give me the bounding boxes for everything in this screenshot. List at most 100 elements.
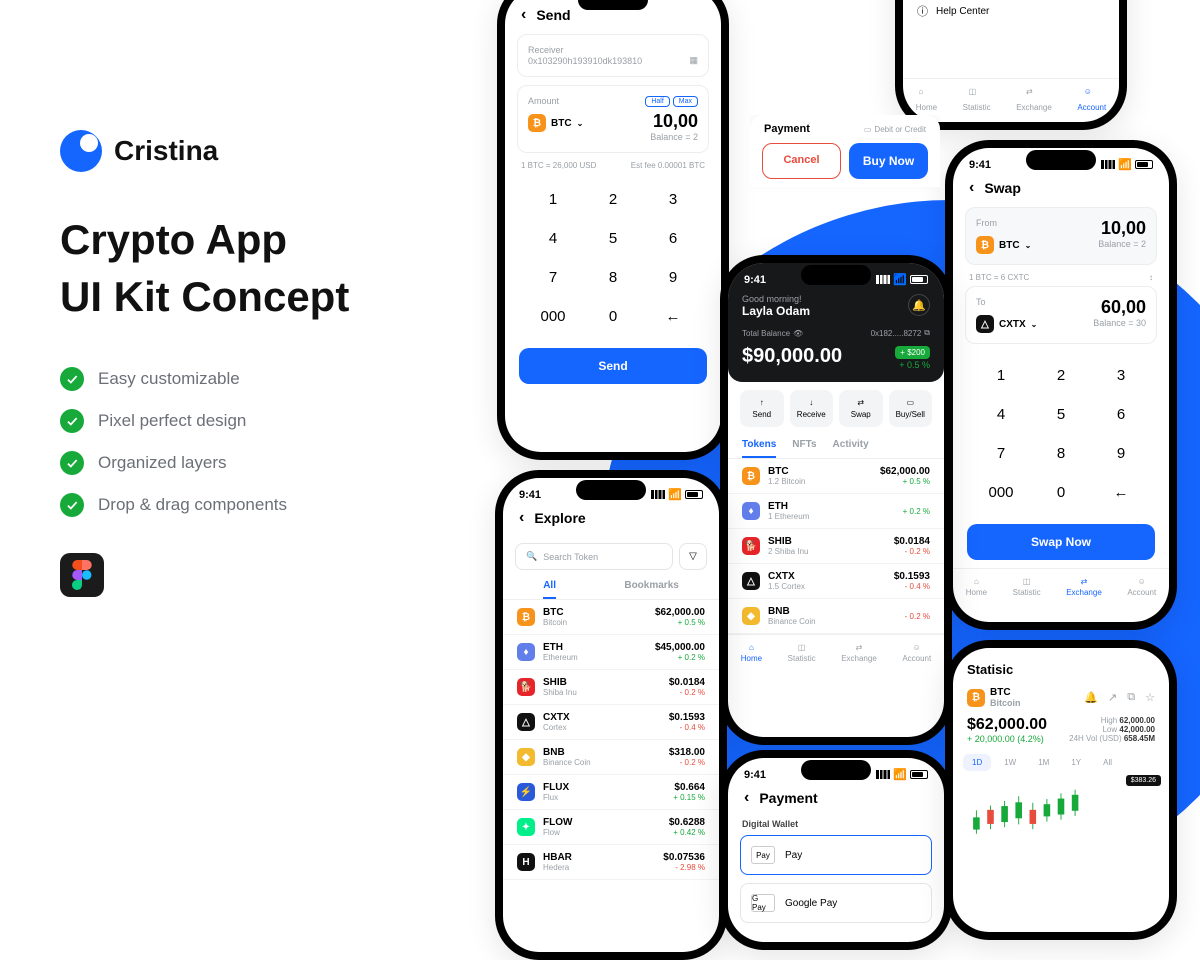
token-name: Flux bbox=[543, 793, 569, 802]
token-change: - 0.4 % bbox=[894, 582, 930, 591]
tab-statistic[interactable]: ◫Statistic bbox=[963, 87, 991, 112]
keypad-key[interactable]: 2 bbox=[1031, 356, 1091, 395]
buy-button[interactable]: Buy Now bbox=[849, 143, 928, 179]
coin-selector[interactable]: ₿ BTC ⌄ bbox=[528, 114, 583, 132]
amount-card: Amount ₿ BTC ⌄ Half Max 10,00 Balance = … bbox=[517, 85, 709, 153]
tab-home[interactable]: ⌂Home bbox=[741, 643, 762, 663]
range-1d[interactable]: 1D bbox=[963, 754, 991, 771]
candlestick-chart[interactable]: $383.26 bbox=[953, 775, 1169, 855]
back-icon[interactable]: ‹ bbox=[744, 789, 749, 807]
token-row[interactable]: ◆ BNBBinance Coin $318.00- 0.2 % bbox=[503, 740, 719, 775]
tab-home[interactable]: ⌂Home bbox=[916, 87, 937, 112]
from-coin-selector[interactable]: ₿BTC⌄ bbox=[976, 236, 1031, 254]
half-button[interactable]: Half bbox=[645, 96, 669, 107]
wallet-icon: ▭ bbox=[906, 398, 914, 407]
qr-icon[interactable]: ▦ bbox=[689, 55, 698, 66]
tab-tokens[interactable]: Tokens bbox=[742, 439, 776, 458]
tab-exchange[interactable]: ⇄Exchange bbox=[1016, 87, 1052, 112]
action-buysell[interactable]: ▭Buy/Sell bbox=[889, 390, 933, 427]
to-coin-selector[interactable]: △CXTX⌄ bbox=[976, 315, 1037, 333]
keypad-key[interactable]: 000 bbox=[971, 473, 1031, 512]
tab-account[interactable]: ☺Account bbox=[1077, 87, 1106, 112]
back-icon[interactable]: ‹ bbox=[519, 509, 524, 527]
token-row[interactable]: △ CXTX1.5 Cortex $0.1593- 0.4 % bbox=[728, 564, 944, 599]
keypad-key[interactable]: 2 bbox=[583, 180, 643, 219]
keypad-key[interactable]: 0 bbox=[1031, 473, 1091, 512]
wallet-option-pay[interactable]: PayPay bbox=[740, 835, 932, 875]
back-icon[interactable]: ‹ bbox=[521, 6, 526, 24]
keypad-key[interactable]: 8 bbox=[583, 258, 643, 297]
swap-direction-icon[interactable]: ↕ bbox=[1149, 273, 1153, 282]
keypad-key[interactable]: ← bbox=[1091, 473, 1151, 512]
tab-statistic[interactable]: ◫Statistic bbox=[1013, 577, 1041, 597]
token-row[interactable]: 🐕 SHIB2 Shiba Inu $0.0184- 0.2 % bbox=[728, 529, 944, 564]
range-1w[interactable]: 1W bbox=[995, 754, 1025, 771]
keypad-key[interactable]: 5 bbox=[1031, 395, 1091, 434]
keypad-key[interactable]: 8 bbox=[1031, 434, 1091, 473]
range-1m[interactable]: 1M bbox=[1029, 754, 1058, 771]
share-icon[interactable]: ↗ bbox=[1108, 691, 1117, 704]
token-row[interactable]: ◆ BNBBinance Coin - 0.2 % bbox=[728, 599, 944, 634]
keypad-key[interactable]: 4 bbox=[971, 395, 1031, 434]
max-button[interactable]: Max bbox=[673, 96, 698, 107]
bell-icon[interactable]: 🔔 bbox=[908, 294, 930, 316]
token-row[interactable]: ✦ FLOWFlow $0.6288+ 0.42 % bbox=[503, 810, 719, 845]
wallet-option-gpay[interactable]: G PayGoogle Pay bbox=[740, 883, 932, 923]
keypad-key[interactable]: 6 bbox=[1091, 395, 1151, 434]
token-row[interactable]: △ CXTXCortex $0.1593- 0.4 % bbox=[503, 705, 719, 740]
keypad-key[interactable]: 7 bbox=[971, 434, 1031, 473]
stat-coin: BTC bbox=[990, 687, 1021, 698]
token-row[interactable]: H HBARHedera $0.07536- 2.98 % bbox=[503, 845, 719, 880]
back-icon[interactable]: ‹ bbox=[969, 179, 974, 197]
action-receive[interactable]: ↓Receive bbox=[790, 390, 834, 427]
search-input[interactable]: 🔍Search Token bbox=[515, 543, 673, 570]
token-row[interactable]: ♦ ETH1 Ethereum + 0.2 % bbox=[728, 494, 944, 529]
keypad-key[interactable]: 5 bbox=[583, 219, 643, 258]
tab-activity[interactable]: Activity bbox=[833, 439, 869, 458]
keypad-key[interactable]: 9 bbox=[1091, 434, 1151, 473]
tab-statistic[interactable]: ◫Statistic bbox=[788, 643, 816, 663]
filter-button[interactable]: ▽ bbox=[679, 543, 707, 570]
keypad-key[interactable]: 7 bbox=[523, 258, 583, 297]
tab-exchange[interactable]: ⇄Exchange bbox=[841, 643, 877, 663]
copy-icon[interactable]: ⧉ bbox=[924, 328, 930, 338]
token-symbol: CXTX bbox=[768, 571, 805, 582]
token-row[interactable]: ♦ ETHEthereum $45,000.00+ 0.2 % bbox=[503, 635, 719, 670]
keypad-key[interactable]: 000 bbox=[523, 297, 583, 336]
keypad-key[interactable]: 4 bbox=[523, 219, 583, 258]
action-swap[interactable]: ⇄Swap bbox=[839, 390, 883, 427]
receiver-value[interactable]: 0x103290h193910dk193810 bbox=[528, 56, 642, 66]
keypad-key[interactable]: 1 bbox=[971, 356, 1031, 395]
swap-button[interactable]: Swap Now bbox=[967, 524, 1155, 560]
tab-account[interactable]: ☺Account bbox=[902, 643, 931, 663]
google-pay-icon: G Pay bbox=[751, 894, 775, 912]
star-icon[interactable]: ☆ bbox=[1145, 691, 1155, 704]
tab-all[interactable]: All bbox=[543, 580, 556, 599]
action-send[interactable]: ↑Send bbox=[740, 390, 784, 427]
bell-icon[interactable]: 🔔 bbox=[1084, 691, 1098, 704]
token-row[interactable]: ₿ BTC1.2 Bitcoin $62,000.00+ 0.5 % bbox=[728, 459, 944, 494]
tab-exchange[interactable]: ⇄Exchange bbox=[1066, 577, 1102, 597]
tab-bookmarks[interactable]: Bookmarks bbox=[624, 580, 678, 599]
keypad-key[interactable]: 1 bbox=[523, 180, 583, 219]
range-all[interactable]: All bbox=[1094, 754, 1121, 771]
token-row[interactable]: ₿ BTCBitcoin $62,000.00+ 0.5 % bbox=[503, 600, 719, 635]
send-button[interactable]: Send bbox=[519, 348, 707, 384]
eye-icon[interactable]: 👁 bbox=[793, 329, 803, 338]
keypad-key[interactable]: 6 bbox=[643, 219, 703, 258]
screen-title: Payment bbox=[759, 790, 817, 806]
cancel-button[interactable]: Cancel bbox=[762, 143, 841, 179]
link-icon[interactable]: ⧉ bbox=[1127, 691, 1135, 704]
keypad-key[interactable]: ← bbox=[643, 297, 703, 336]
keypad-key[interactable]: 0 bbox=[583, 297, 643, 336]
tab-home[interactable]: ⌂Home bbox=[966, 577, 987, 597]
keypad-key[interactable]: 3 bbox=[643, 180, 703, 219]
more-item[interactable]: ⓘ Help Center bbox=[903, 0, 1119, 25]
token-row[interactable]: 🐕 SHIBShiba Inu $0.0184- 0.2 % bbox=[503, 670, 719, 705]
tab-nfts[interactable]: NFTs bbox=[792, 439, 816, 458]
tab-account[interactable]: ☺Account bbox=[1127, 577, 1156, 597]
token-row[interactable]: ⚡ FLUXFlux $0.664+ 0.15 % bbox=[503, 775, 719, 810]
keypad-key[interactable]: 9 bbox=[643, 258, 703, 297]
keypad-key[interactable]: 3 bbox=[1091, 356, 1151, 395]
range-1y[interactable]: 1Y bbox=[1062, 754, 1090, 771]
